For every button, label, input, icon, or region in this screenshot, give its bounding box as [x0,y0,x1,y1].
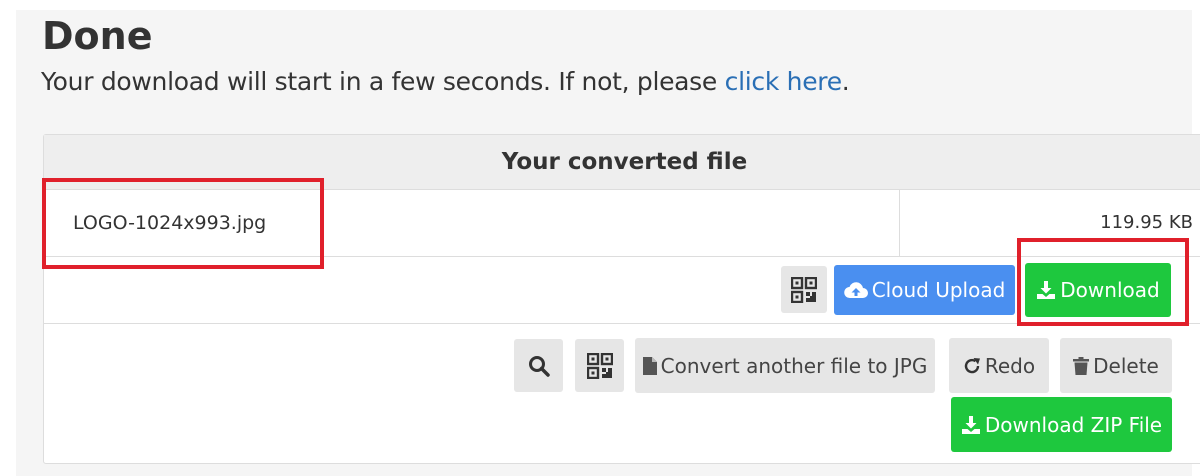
search-icon [528,355,550,377]
highlight-filename [42,178,324,269]
column-divider [899,190,900,256]
cloud-upload-icon [843,282,868,299]
convert-another-label: Convert another file to JPG [660,353,928,378]
download-zip-label: Download ZIP File [984,412,1163,437]
notice-text: Your download will start in a few second… [41,67,725,96]
qr-code-button[interactable] [781,266,827,313]
qr-code-button-2[interactable] [575,339,624,392]
delete-label: Delete [1093,353,1159,378]
qr-code-icon [586,352,613,379]
download-icon [961,415,980,434]
redo-button[interactable]: Redo [949,338,1049,393]
click-here-link[interactable]: click here [725,67,842,96]
file-icon [642,356,657,375]
preview-button[interactable] [514,339,563,392]
cloud-upload-button[interactable]: Cloud Upload [834,265,1015,315]
highlight-download [1017,238,1189,326]
page-title: Done [42,14,153,58]
cloud-upload-label: Cloud Upload [871,278,1006,302]
trash-icon [1073,356,1090,375]
redo-label: Redo [984,353,1036,378]
redo-icon [964,357,980,373]
download-notice: Your download will start in a few second… [41,66,850,98]
notice-end: . [841,67,850,96]
qr-code-icon [791,276,817,303]
download-zip-button[interactable]: Download ZIP File [951,397,1172,452]
delete-button[interactable]: Delete [1060,338,1172,393]
convert-another-button[interactable]: Convert another file to JPG [635,338,935,393]
